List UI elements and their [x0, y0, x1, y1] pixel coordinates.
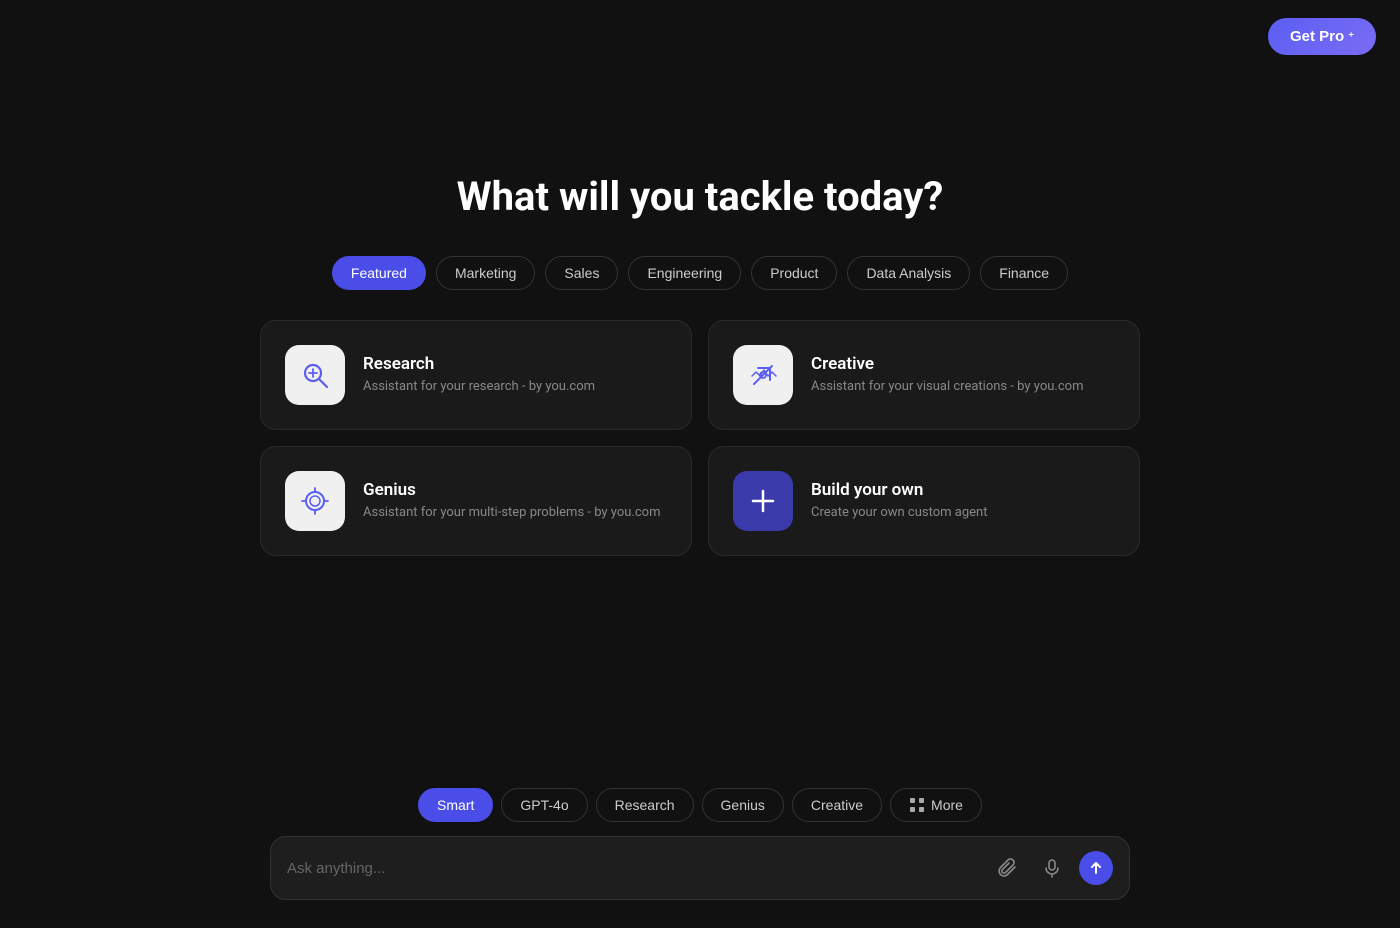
get-pro-button[interactable]: Get Pro ⁺ — [1268, 18, 1376, 55]
category-pill-data-analysis[interactable]: Data Analysis — [847, 256, 970, 290]
research-desc: Assistant for your research - by you.com — [363, 378, 595, 396]
mode-pill-creative[interactable]: Creative — [792, 788, 882, 822]
mode-pill-research[interactable]: Research — [596, 788, 694, 822]
build-icon — [746, 484, 780, 518]
creative-info: Creative Assistant for your visual creat… — [811, 354, 1083, 396]
genius-name: Genius — [363, 480, 660, 500]
creative-desc: Assistant for your visual creations - by… — [811, 378, 1083, 396]
build-name: Build your own — [811, 480, 987, 500]
main-content: What will you tackle today? Featured Mar… — [0, 73, 1400, 556]
research-icon — [298, 358, 332, 392]
genius-icon — [298, 484, 332, 518]
build-icon-wrap — [733, 471, 793, 531]
creative-icon-wrap — [733, 345, 793, 405]
attach-button[interactable] — [991, 851, 1025, 885]
agent-grid: Research Assistant for your research - b… — [260, 320, 1140, 556]
send-icon — [1087, 859, 1105, 877]
agent-card-research[interactable]: Research Assistant for your research - b… — [260, 320, 692, 430]
paperclip-icon — [998, 858, 1018, 878]
research-icon-wrap — [285, 345, 345, 405]
genius-icon-wrap — [285, 471, 345, 531]
category-pill-finance[interactable]: Finance — [980, 256, 1068, 290]
send-button[interactable] — [1079, 851, 1113, 885]
plus-icon: ⁺ — [1348, 30, 1354, 43]
agent-card-build[interactable]: Build your own Create your own custom ag… — [708, 446, 1140, 556]
get-pro-label: Get Pro — [1290, 28, 1344, 45]
mode-pill-gpt4o[interactable]: GPT-4o — [501, 788, 587, 822]
research-info: Research Assistant for your research - b… — [363, 354, 595, 396]
category-pills: Featured Marketing Sales Engineering Pro… — [332, 256, 1068, 290]
mode-pills: Smart GPT-4o Research Genius Creative Mo… — [418, 788, 982, 822]
input-area — [270, 836, 1130, 900]
grid-icon — [909, 797, 925, 813]
category-pill-marketing[interactable]: Marketing — [436, 256, 535, 290]
creative-name: Creative — [811, 354, 1083, 374]
category-pill-featured[interactable]: Featured — [332, 256, 426, 290]
microphone-icon — [1042, 858, 1062, 878]
genius-desc: Assistant for your multi-step problems -… — [363, 504, 660, 522]
agent-card-genius[interactable]: Genius Assistant for your multi-step pro… — [260, 446, 692, 556]
build-desc: Create your own custom agent — [811, 504, 987, 522]
agent-card-creative[interactable]: Creative Assistant for your visual creat… — [708, 320, 1140, 430]
mode-pill-more[interactable]: More — [890, 788, 982, 822]
research-name: Research — [363, 354, 595, 374]
creative-icon — [746, 358, 780, 392]
top-bar: Get Pro ⁺ — [0, 0, 1400, 73]
bottom-bar: Smart GPT-4o Research Genius Creative Mo… — [0, 770, 1400, 928]
mode-pill-smart[interactable]: Smart — [418, 788, 493, 822]
genius-info: Genius Assistant for your multi-step pro… — [363, 480, 660, 522]
build-info: Build your own Create your own custom ag… — [811, 480, 987, 522]
microphone-button[interactable] — [1035, 851, 1069, 885]
input-actions — [991, 851, 1113, 885]
category-pill-engineering[interactable]: Engineering — [628, 256, 741, 290]
page-title: What will you tackle today? — [457, 173, 944, 220]
category-pill-sales[interactable]: Sales — [545, 256, 618, 290]
category-pill-product[interactable]: Product — [751, 256, 837, 290]
search-input[interactable] — [287, 860, 981, 877]
mode-pill-genius[interactable]: Genius — [702, 788, 784, 822]
